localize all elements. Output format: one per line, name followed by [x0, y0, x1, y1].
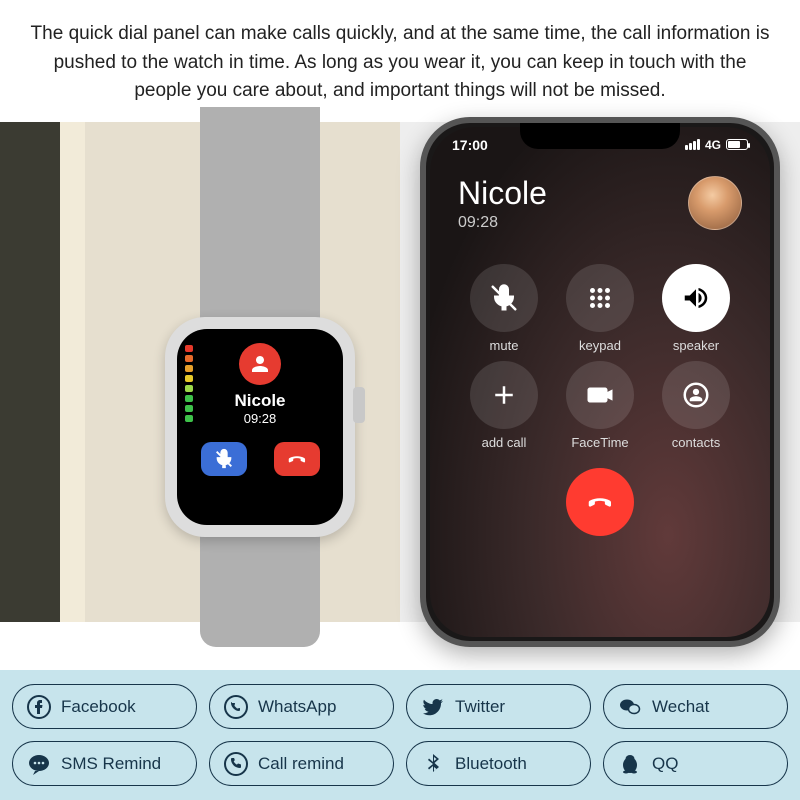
whatsapp-icon	[224, 695, 248, 719]
phone-device: 17:00 4G Nicole 09:28	[420, 117, 780, 647]
keypad-label: keypad	[579, 338, 621, 353]
app-notification-list: Facebook WhatsApp Twitter Wechat SMS Rem…	[0, 670, 800, 800]
app-label: Call remind	[258, 754, 344, 774]
bluetooth-icon	[421, 752, 445, 776]
contacts-label: contacts	[672, 435, 720, 450]
watch-mute-button[interactable]	[201, 442, 247, 476]
facetime-button[interactable]	[566, 361, 634, 429]
watch-caller-name: Nicole	[187, 391, 333, 411]
sms-icon	[27, 752, 51, 776]
app-badge-whatsapp: WhatsApp	[209, 684, 394, 729]
contacts-button[interactable]	[662, 361, 730, 429]
facebook-icon	[27, 695, 51, 719]
app-label: SMS Remind	[61, 754, 161, 774]
watch-decline-button[interactable]	[274, 442, 320, 476]
app-badge-sms: SMS Remind	[12, 741, 197, 786]
speaker-button[interactable]	[662, 264, 730, 332]
phone-scene: 17:00 4G Nicole 09:28	[400, 122, 800, 622]
end-call-button[interactable]	[566, 468, 634, 536]
app-badge-call: Call remind	[209, 741, 394, 786]
caller-avatar-icon	[239, 343, 281, 385]
app-label: WhatsApp	[258, 697, 336, 717]
watch-crown[interactable]	[353, 387, 365, 423]
keypad-button[interactable]	[566, 264, 634, 332]
network-label: 4G	[705, 138, 721, 152]
app-label: QQ	[652, 754, 678, 774]
marketing-headline: The quick dial panel can make calls quic…	[0, 0, 800, 122]
add-call-label: add call	[482, 435, 527, 450]
watch-device: Nicole 09:28	[165, 317, 355, 537]
clock: 17:00	[452, 137, 488, 153]
mute-button[interactable]	[470, 264, 538, 332]
watch-scene: Nicole 09:28	[0, 122, 400, 622]
twitter-icon	[421, 695, 445, 719]
call-icon	[224, 752, 248, 776]
signal-icon	[685, 139, 700, 150]
app-badge-wechat: Wechat	[603, 684, 788, 729]
phone-caller-name: Nicole	[458, 175, 547, 212]
app-badge-bluetooth: Bluetooth	[406, 741, 591, 786]
qq-icon	[618, 752, 642, 776]
speaker-label: speaker	[673, 338, 719, 353]
add-call-button[interactable]	[470, 361, 538, 429]
app-badge-facebook: Facebook	[12, 684, 197, 729]
watch-screen[interactable]: Nicole 09:28	[177, 329, 343, 525]
phone-call-time: 09:28	[458, 214, 547, 232]
app-label: Bluetooth	[455, 754, 527, 774]
app-badge-twitter: Twitter	[406, 684, 591, 729]
mute-label: mute	[490, 338, 519, 353]
facetime-label: FaceTime	[571, 435, 628, 450]
app-label: Twitter	[455, 697, 505, 717]
app-badge-qq: QQ	[603, 741, 788, 786]
volume-indicator	[185, 345, 193, 422]
caller-photo[interactable]	[688, 176, 742, 230]
watch-call-time: 09:28	[187, 411, 333, 426]
app-label: Facebook	[61, 697, 136, 717]
app-label: Wechat	[652, 697, 709, 717]
battery-icon	[726, 139, 748, 150]
wechat-icon	[618, 695, 642, 719]
